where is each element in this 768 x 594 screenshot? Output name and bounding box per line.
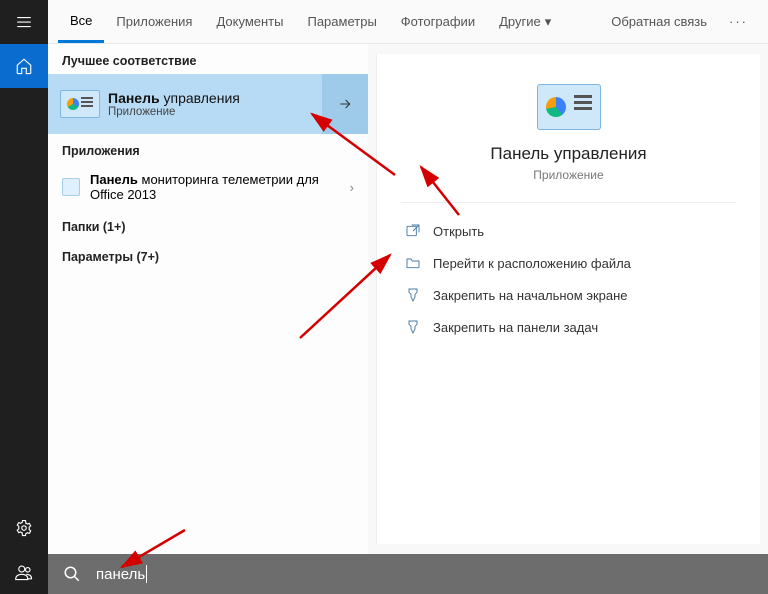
best-match-title: Панель управления — [108, 90, 240, 106]
preview-title: Панель управления — [401, 144, 736, 164]
preview-type: Приложение — [401, 168, 736, 182]
people-icon[interactable] — [0, 550, 48, 594]
action-open-location-label: Перейти к расположению файла — [433, 256, 631, 271]
preview-app-icon — [537, 84, 601, 130]
home-icon[interactable] — [0, 44, 48, 88]
more-icon[interactable]: ··· — [719, 14, 758, 29]
search-input-text: панель — [96, 566, 145, 583]
app-result-title: Панель мониторинга телеметрии для Office… — [90, 172, 350, 202]
tab-other[interactable]: Другие ▾ — [487, 0, 563, 43]
tab-documents[interactable]: Документы — [204, 0, 295, 43]
tab-photos[interactable]: Фотографии — [389, 0, 487, 43]
section-folders[interactable]: Папки (1+) — [48, 210, 368, 240]
section-settings[interactable]: Параметры (7+) — [48, 240, 368, 270]
app-icon — [62, 178, 80, 196]
search-filter-tabs: Все Приложения Документы Параметры Фотог… — [48, 0, 768, 44]
tab-other-label: Другие — [499, 14, 541, 29]
best-match-item[interactable]: Панель управления Приложение — [48, 74, 368, 134]
feedback-link[interactable]: Обратная связь — [599, 14, 719, 29]
best-match-type: Приложение — [108, 106, 240, 118]
hamburger-icon[interactable] — [0, 0, 48, 44]
section-best-match: Лучшее соответствие — [48, 44, 368, 74]
chevron-right-icon: › — [350, 180, 354, 195]
tab-apps[interactable]: Приложения — [104, 0, 204, 43]
chevron-down-icon: ▾ — [545, 14, 552, 30]
start-rail — [0, 0, 48, 594]
control-panel-icon — [60, 90, 100, 118]
gear-icon[interactable] — [0, 506, 48, 550]
preview-panel: Панель управления Приложение Открыть Пер… — [376, 54, 760, 544]
action-open[interactable]: Открыть — [401, 217, 736, 245]
search-bar[interactable]: панель — [48, 554, 768, 594]
action-pin-start-label: Закрепить на начальном экране — [433, 288, 628, 303]
tab-settings[interactable]: Параметры — [295, 0, 388, 43]
action-open-location[interactable]: Перейти к расположению файла — [401, 249, 736, 277]
results-panel: Лучшее соответствие Панель управления Пр… — [48, 44, 368, 554]
action-pin-start[interactable]: Закрепить на начальном экране — [401, 281, 736, 309]
expand-arrow-icon[interactable] — [322, 74, 368, 134]
action-pin-taskbar[interactable]: Закрепить на панели задач — [401, 313, 736, 341]
search-icon — [48, 565, 96, 583]
divider — [401, 202, 736, 203]
section-apps: Приложения — [48, 134, 368, 164]
app-result-item[interactable]: Панель мониторинга телеметрии для Office… — [48, 164, 368, 210]
action-pin-taskbar-label: Закрепить на панели задач — [433, 320, 598, 335]
text-cursor — [146, 565, 147, 583]
action-open-label: Открыть — [433, 224, 484, 239]
tab-all[interactable]: Все — [58, 0, 104, 43]
